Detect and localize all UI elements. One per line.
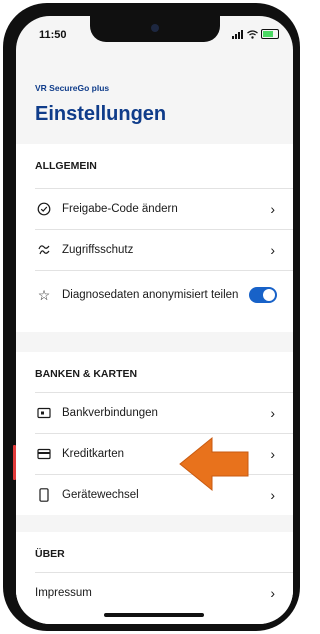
chevron-right-icon: › xyxy=(270,585,275,601)
phone-screen: 11:50 VR SecureGo plus Einstellungen ALL… xyxy=(16,16,293,624)
phone-icon xyxy=(36,487,52,503)
settings-row-impressum[interactable]: Impressum › xyxy=(16,573,293,613)
page-frame: 11:50 VR SecureGo plus Einstellungen ALL… xyxy=(0,0,303,634)
camera-icon xyxy=(151,24,159,32)
chevron-right-icon: › xyxy=(270,201,275,217)
home-indicator xyxy=(104,613,204,617)
page-title: Einstellungen xyxy=(35,103,167,125)
battery-icon xyxy=(261,29,279,39)
section-title-allgemein: ALLGEMEIN xyxy=(35,160,97,172)
settings-row-diagnosedaten: ☆ Diagnosedaten anonymisiert teilen xyxy=(16,271,293,319)
chevron-right-icon: › xyxy=(270,446,275,462)
chevron-right-icon: › xyxy=(270,405,275,421)
phone-bezel: 11:50 VR SecureGo plus Einstellungen ALL… xyxy=(3,3,300,631)
settings-row-bankverbindungen[interactable]: Bankverbindungen › xyxy=(16,393,293,433)
row-label: Diagnosedaten anonymisiert teilen xyxy=(62,289,239,301)
pointer-arrow-icon xyxy=(179,436,249,492)
row-label: Freigabe-Code ändern xyxy=(62,203,178,215)
star-icon: ☆ xyxy=(37,286,51,303)
signal-icon xyxy=(232,29,243,39)
fingerprint-icon xyxy=(36,242,52,258)
section-title-banken: BANKEN & KARTEN xyxy=(35,368,138,380)
section-title-ueber: ÜBER xyxy=(35,548,65,560)
settings-row-kreditkarten[interactable]: Kreditkarten › xyxy=(16,434,293,474)
diagnosedaten-toggle[interactable] xyxy=(249,287,277,303)
section-ueber: ÜBER Impressum › xyxy=(16,532,293,624)
settings-row-freigabe-code[interactable]: Freigabe-Code ändern › xyxy=(16,189,293,229)
settings-row-zugriffsschutz[interactable]: Zugriffsschutz › xyxy=(16,230,293,270)
wifi-icon xyxy=(247,29,258,39)
chevron-right-icon: › xyxy=(270,242,275,258)
status-time: 11:50 xyxy=(39,29,67,41)
status-icons xyxy=(232,29,279,39)
notch xyxy=(90,16,220,42)
row-label: Impressum xyxy=(35,587,92,599)
section-banken-karten: BANKEN & KARTEN Bankverbindungen › Kredi… xyxy=(16,352,293,515)
section-allgemein: ALLGEMEIN Freigabe-Code ändern › Zugriff… xyxy=(16,144,293,332)
highlight-marker xyxy=(13,445,16,480)
bank-account-icon xyxy=(36,405,52,421)
check-circle-icon xyxy=(36,201,52,217)
credit-card-icon xyxy=(36,446,52,462)
row-label: Bankverbindungen xyxy=(62,407,158,419)
settings-row-geraetewechsel[interactable]: Gerätewechsel › xyxy=(16,475,293,515)
chevron-right-icon: › xyxy=(270,487,275,503)
app-name: VR SecureGo plus xyxy=(35,83,110,93)
row-label: Zugriffsschutz xyxy=(62,244,134,256)
